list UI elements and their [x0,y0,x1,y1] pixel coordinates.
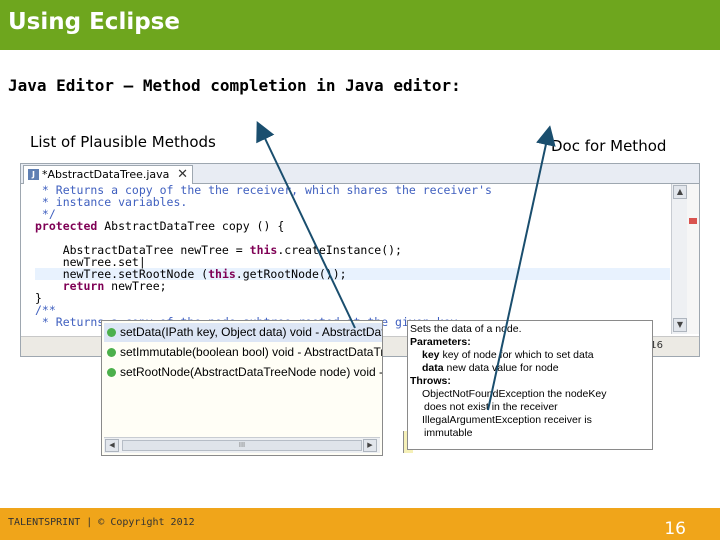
completion-horizontal-scrollbar[interactable]: ◀ III ▶ [104,437,380,453]
close-icon[interactable]: ✕ [177,166,188,183]
scroll-down-icon[interactable]: ▼ [673,318,687,332]
editor-vertical-scrollbar[interactable]: ▲ ▼ [671,184,687,334]
scroll-left-icon[interactable]: ◀ [105,439,119,452]
code-keyword: this [208,267,236,281]
completion-item[interactable]: setRootNode(AbstractDataTreeNode node) v… [104,363,382,382]
label-plausible-methods: List of Plausible Methods [30,133,216,151]
doc-params-heading: Parameters: [410,336,471,348]
doc-param-desc: new data value for node [443,362,559,374]
java-file-icon: J [28,169,39,180]
public-method-icon [107,368,116,377]
doc-throws-line: does not exist in the receiver [424,401,558,413]
completion-item[interactable]: setImmutable(boolean bool) void - Abstra… [104,343,382,362]
scroll-thumb[interactable]: III [122,440,362,451]
code-comment: * instance variables. [35,195,188,209]
title-bar: Using Eclipse [0,0,720,50]
page-number: 16 [664,519,686,539]
doc-param-name: key [422,349,440,361]
code-keyword: return [62,279,105,293]
doc-throws-line: ObjectNotFoundException the nodeKey [422,388,607,400]
editor-tab[interactable]: J *AbstractDataTree.java ✕ [23,165,193,184]
editor-tab-label: *AbstractDataTree.java [42,168,170,181]
completion-item-label: setImmutable(boolean bool) void - Abstra… [120,345,382,359]
completion-item[interactable]: setData(IPath key, Object data) void - A… [104,323,382,342]
completion-item-label: setData(IPath key, Object data) void - A… [120,325,382,339]
doc-throws-line: immutable [424,427,473,439]
slide-subtitle: Java Editor – Method completion in Java … [8,76,461,95]
doc-summary: Sets the data of a node. [410,323,522,335]
label-doc-for-method: Doc for Method [551,137,667,155]
public-method-icon [107,348,116,357]
code-text: newTree; [104,279,167,293]
scroll-up-icon[interactable]: ▲ [673,185,687,199]
code-line: * instance variables. [35,196,187,208]
completion-item-label: setRootNode(AbstractDataTreeNode node) v… [120,365,382,379]
code-area[interactable]: * Returns a copy of the the receiver, wh… [35,184,670,336]
completion-popup: setData(IPath key, Object data) void - A… [101,320,383,456]
code-text: .createInstance(); [277,243,402,257]
doc-throws-line: IllegalArgumentException receiver is [422,414,592,426]
code-keyword: this [249,243,278,257]
scroll-right-icon[interactable]: ▶ [363,439,377,452]
error-marker-icon[interactable] [689,218,697,224]
doc-param-name: data [422,362,444,374]
doc-param-desc: key of node for which to set data [439,349,594,361]
footer-copyright: TALENTSPRINT | © Copyright 2012 [8,517,195,528]
slide-title: Using Eclipse [8,9,180,35]
doc-param-data: data new data value for node [422,362,559,375]
footer-bar: TALENTSPRINT | © Copyright 2012 16 [0,508,720,540]
code-line: return newTree; [35,280,167,292]
code-text: AbstractDataTree copy () { [97,219,285,233]
javadoc-popup: Sets the data of a node. Parameters: key… [407,320,653,450]
code-keyword: protected [35,219,98,233]
code-text: .getRootNode()); [235,267,347,281]
doc-param-key: key key of node for which to set data [422,349,594,362]
editor-tab-strip: J *AbstractDataTree.java ✕ [21,164,699,184]
doc-throws-heading: Throws: [410,375,451,387]
public-method-icon [107,328,116,337]
overview-ruler [687,184,699,334]
code-line: protected AbstractDataTree copy () { [35,220,284,232]
